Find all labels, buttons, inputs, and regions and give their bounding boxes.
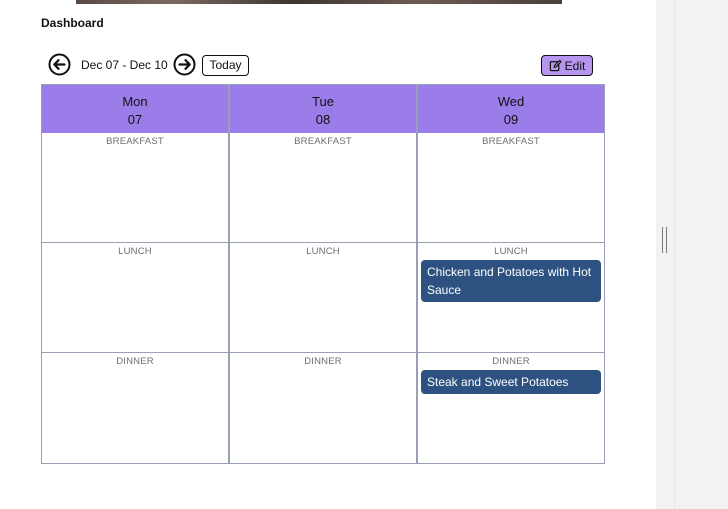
breakfast-slot[interactable]: BREAKFAST xyxy=(418,133,604,243)
day-name: Mon xyxy=(122,94,148,109)
day-date: 07 xyxy=(127,112,143,127)
slot-label: DINNER xyxy=(492,356,530,367)
dinner-slot[interactable]: DINNER Steak and Sweet Potatoes xyxy=(418,353,604,463)
edit-icon xyxy=(549,59,562,72)
day-column-wed: Wed 09 BREAKFAST LUNCH Chicken and Potat… xyxy=(418,85,604,463)
lunch-slot[interactable]: LUNCH xyxy=(230,243,416,353)
slot-label: LUNCH xyxy=(118,246,152,257)
slot-label: BREAKFAST xyxy=(482,136,540,147)
day-header: Wed 09 xyxy=(418,85,604,133)
day-name: Wed xyxy=(497,94,525,109)
panel-divider xyxy=(674,0,675,509)
day-column-mon: Mon 07 BREAKFAST LUNCH DINNER xyxy=(42,85,230,463)
edit-button[interactable]: Edit xyxy=(541,55,593,76)
lunch-slot[interactable]: LUNCH xyxy=(42,243,228,353)
day-date: 09 xyxy=(503,112,519,127)
arrow-right-circle-icon xyxy=(173,53,196,76)
right-side-panel xyxy=(656,0,728,509)
arrow-left-circle-icon xyxy=(48,53,71,76)
day-column-tue: Tue 08 BREAKFAST LUNCH DINNER xyxy=(230,85,418,463)
slot-label: LUNCH xyxy=(494,246,528,257)
meal-calendar: Mon 07 BREAKFAST LUNCH DINNER Tue 08 BRE… xyxy=(41,84,605,464)
dinner-slot[interactable]: DINNER xyxy=(230,353,416,463)
day-date: 08 xyxy=(315,112,331,127)
slot-label: BREAKFAST xyxy=(106,136,164,147)
slot-label: BREAKFAST xyxy=(294,136,352,147)
day-header: Tue 08 xyxy=(230,85,416,133)
panel-resize-handle[interactable] xyxy=(662,227,667,253)
meal-card[interactable]: Steak and Sweet Potatoes xyxy=(421,370,601,394)
day-name: Tue xyxy=(312,94,334,109)
date-range-label: Dec 07 - Dec 10 xyxy=(81,58,168,72)
next-week-button[interactable] xyxy=(173,53,196,76)
breakfast-slot[interactable]: BREAKFAST xyxy=(42,133,228,243)
breakfast-slot[interactable]: BREAKFAST xyxy=(230,133,416,243)
slot-label: DINNER xyxy=(116,356,154,367)
edit-button-label: Edit xyxy=(564,58,586,73)
lunch-slot[interactable]: LUNCH Chicken and Potatoes with Hot Sauc… xyxy=(418,243,604,353)
meal-card[interactable]: Chicken and Potatoes with Hot Sauce xyxy=(421,260,601,302)
today-button[interactable]: Today xyxy=(202,55,249,76)
slot-label: LUNCH xyxy=(306,246,340,257)
page-title: Dashboard xyxy=(41,16,104,30)
day-header: Mon 07 xyxy=(42,85,228,133)
dinner-slot[interactable]: DINNER xyxy=(42,353,228,463)
hero-image-strip xyxy=(76,0,562,4)
previous-week-button[interactable] xyxy=(48,53,71,76)
slot-label: DINNER xyxy=(304,356,342,367)
